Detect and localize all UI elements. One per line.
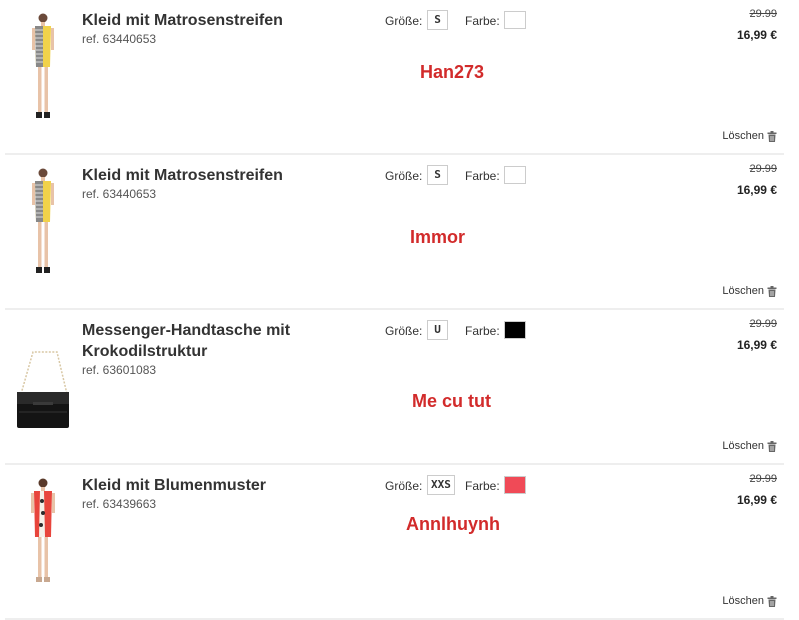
product-name[interactable]: Kleid mit Blumenmuster — [82, 475, 312, 496]
sale-price: 16,99 € — [736, 493, 777, 507]
color-label: Farbe: — [465, 324, 500, 338]
cart-item: Messenger-Handtasche mit Krokodilstruktu… — [5, 310, 784, 465]
delete-label: Löschen — [722, 440, 764, 452]
size-label: Größe: — [385, 479, 423, 493]
original-price: 29.99 — [749, 163, 777, 175]
trash-icon — [767, 595, 777, 607]
floral-dress-image[interactable] — [15, 477, 70, 587]
overlay-text: Han273 — [420, 62, 485, 82]
size-value[interactable]: U — [427, 320, 448, 340]
color-label: Farbe: — [465, 169, 500, 183]
sale-price: 16,99 € — [736, 338, 777, 352]
trash-icon — [767, 440, 777, 452]
sale-price: 16,99 € — [736, 183, 777, 197]
size-value[interactable]: XXS — [427, 475, 455, 495]
delete-button[interactable]: Löschen — [722, 595, 777, 607]
product-ref: ref. 63440653 — [82, 187, 157, 201]
color-swatch[interactable] — [504, 476, 526, 494]
handbag-image[interactable] — [13, 322, 73, 432]
color-label: Farbe: — [465, 14, 500, 28]
product-name[interactable]: Messenger-Handtasche mit Krokodilstruktu… — [82, 320, 312, 362]
color-swatch[interactable] — [504, 166, 526, 184]
delete-button[interactable]: Löschen — [722, 285, 777, 297]
overlay-text: Annlhuynh — [406, 514, 500, 534]
size-value[interactable]: S — [427, 10, 448, 30]
cart-item: Kleid mit Matrosenstreifen ref. 63440653… — [5, 0, 784, 155]
product-ref: ref. 63601083 — [82, 363, 157, 377]
size-label: Größe: — [385, 14, 423, 28]
delete-label: Löschen — [722, 130, 764, 142]
product-name[interactable]: Kleid mit Matrosenstreifen — [82, 10, 312, 31]
product-ref: ref. 63439663 — [82, 497, 157, 511]
product-name[interactable]: Kleid mit Matrosenstreifen — [82, 165, 312, 186]
size-value[interactable]: S — [427, 165, 448, 185]
trash-icon — [767, 130, 777, 142]
color-label: Farbe: — [465, 479, 500, 493]
original-price: 29.99 — [749, 473, 777, 485]
size-label: Größe: — [385, 169, 423, 183]
color-swatch[interactable] — [504, 321, 526, 339]
product-ref: ref. 63440653 — [82, 32, 157, 46]
delete-button[interactable]: Löschen — [722, 440, 777, 452]
striped-dress-image[interactable] — [15, 167, 70, 277]
cart-item: Kleid mit Matrosenstreifen ref. 63440653… — [5, 155, 784, 310]
original-price: 29.99 — [749, 318, 777, 330]
delete-button[interactable]: Löschen — [722, 130, 777, 142]
sale-price: 16,99 € — [736, 28, 777, 42]
delete-label: Löschen — [722, 595, 764, 607]
striped-dress-image[interactable] — [15, 12, 70, 122]
delete-label: Löschen — [722, 285, 764, 297]
overlay-text: Immor — [410, 227, 466, 247]
cart-item: Kleid mit Blumenmuster ref. 63439663 Grö… — [5, 465, 784, 620]
original-price: 29.99 — [749, 8, 777, 20]
trash-icon — [767, 285, 777, 297]
color-swatch[interactable] — [504, 11, 526, 29]
overlay-text: Me cu tut — [412, 391, 491, 411]
cart-list: Kleid mit Matrosenstreifen ref. 63440653… — [0, 0, 799, 620]
size-label: Größe: — [385, 324, 423, 338]
